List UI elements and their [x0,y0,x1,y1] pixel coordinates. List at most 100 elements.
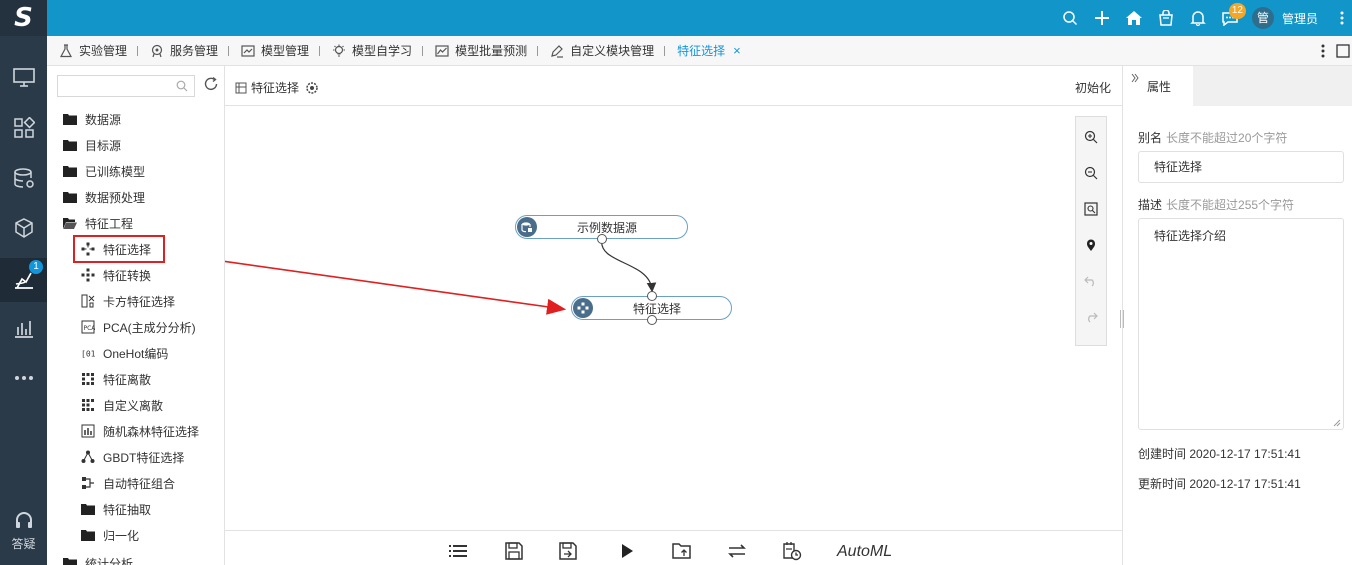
refresh-icon[interactable] [203,76,219,92]
tree-item-onehot[interactable]: [01] OneHot编码 [81,340,168,366]
zoom-in-icon[interactable] [1076,119,1106,155]
settings-gear-icon[interactable] [305,81,319,95]
folder-icon [63,192,77,203]
workflow-canvas[interactable]: 示例数据源 特征选择 [225,106,1122,530]
locate-pin-icon[interactable] [1076,227,1106,263]
export-folder-icon[interactable] [671,540,693,562]
avatar[interactable]: 管 [1251,7,1274,29]
bar-chart-icon[interactable] [0,306,47,350]
tree-item-custom-discretize[interactable]: 自定义离散 [81,392,163,418]
ml-experiment-icon[interactable]: 1 [0,258,47,302]
search-icon[interactable] [176,80,188,92]
tree-folder-target-source[interactable]: 目标源 [63,132,121,158]
tree-item-random-forest[interactable]: 随机森林特征选择 [81,418,199,444]
experiment-icon [235,82,247,93]
node-label: 特征选择 [632,301,681,316]
tree-item-pca[interactable]: PCA PCA(主成分分析) [81,314,196,340]
tabs-bar: 实验管理 服务管理 模型管理 模型自学习 模型批量预测 自定义模块管理 特征选择… [47,36,1352,66]
logo-text: S [14,3,33,33]
description-textarea[interactable]: 特征选择介绍 [1138,218,1344,430]
tree-search-box [57,75,195,97]
description-hint: 长度不能超过255个字符 [1166,198,1295,212]
schedule-clock-icon[interactable] [781,540,803,562]
tree-item-discretize[interactable]: 特征离散 [81,366,151,392]
redo-icon[interactable] [1076,299,1106,335]
tree-item-label: 特征离散 [103,372,152,387]
monitor-icon[interactable] [0,56,47,100]
tree-item-chi-square[interactable]: 卡方特征选择 [81,288,175,314]
swap-arrows-icon[interactable] [726,540,748,562]
canvas-zoom-toolbar [1075,116,1107,346]
app-logo[interactable]: S [0,0,47,36]
tab-custom-module[interactable]: 自定义模块管理 [538,36,664,66]
zoom-out-icon[interactable] [1076,155,1106,191]
tree-folder-normalization[interactable]: 归一化 [81,522,139,548]
alias-hint: 长度不能超过20个字符 [1166,131,1288,145]
tree-item-label: PCA(主成分分析) [103,320,196,335]
tree-item-auto-feature-combo[interactable]: 自动特征组合 [81,470,175,496]
output-port[interactable] [647,315,657,325]
tab-label: 自定义模块管理 [570,44,655,58]
canvas-header: 特征选择 初始化 [225,66,1122,106]
tab-feature-selection[interactable]: 特征选择 × [665,36,751,66]
input-port[interactable] [647,291,657,301]
tree-folder-feature-extraction[interactable]: 特征抽取 [81,496,151,522]
created-time: 创建时间 2020-12-17 17:51:41 [1138,447,1301,461]
message-icon[interactable]: 12 [1214,0,1246,36]
tab-model-management[interactable]: 模型管理 [229,36,319,66]
tree-folder-trained-models[interactable]: 已训练模型 [63,158,145,184]
cube-icon[interactable] [0,206,47,250]
tab-close-button[interactable]: × [733,43,741,58]
tree-item-feature-transform[interactable]: 特征转换 [81,262,151,288]
more-icon[interactable] [0,356,47,400]
svg-text:PCA: PCA [84,325,96,332]
output-port[interactable] [597,234,607,244]
automl-button[interactable]: AutoML [837,543,892,561]
tab-batch-prediction[interactable]: 模型批量预测 [423,36,537,66]
model-icon [241,44,255,57]
help-label: 答疑 [11,537,36,551]
tabs-more-icon[interactable] [1310,36,1336,66]
run-play-icon[interactable] [616,540,638,562]
home-icon[interactable] [1118,0,1150,36]
fit-view-icon[interactable] [1076,191,1106,227]
shop-bag-icon[interactable] [1150,0,1182,36]
dashboard-icon[interactable] [0,106,47,150]
headset-icon [15,512,32,528]
tree-item-label: 统计分析 [85,556,134,565]
undo-icon[interactable] [1076,263,1106,299]
fullscreen-icon[interactable] [1336,36,1352,66]
bell-icon[interactable] [1182,0,1214,36]
left-nav: S 1 答疑 [0,0,47,565]
tree-folder-feature-engineering[interactable]: 特征工程 [63,210,133,236]
description-label-text: 描述 [1138,198,1163,212]
tab-service-management[interactable]: 服务管理 [138,36,228,66]
plus-icon[interactable] [1086,0,1118,36]
tab-model-self-learning[interactable]: 模型自学习 [320,36,422,66]
random-forest-icon [81,424,95,438]
alias-input[interactable]: 特征选择 [1138,151,1344,183]
tree-folder-data-source[interactable]: 数据源 [63,106,121,132]
tab-experiment-management[interactable]: 实验管理 [47,36,137,66]
textarea-resize-icon[interactable] [1333,419,1341,427]
initialize-button[interactable]: 初始化 [1075,79,1111,96]
tree-search-input[interactable] [58,76,168,96]
collapse-double-chevron-icon[interactable] [1131,73,1139,83]
tree-item-label: 数据源 [85,112,122,127]
kebab-menu-icon[interactable] [1332,0,1352,36]
panel-resize-handle[interactable] [1120,310,1124,328]
tab-properties[interactable]: 属性 [1123,66,1193,106]
tree-folder-preprocessing[interactable]: 数据预处理 [63,184,145,210]
tree-item-label: 特征转换 [103,268,152,283]
database-icon[interactable] [0,156,47,200]
list-icon[interactable] [447,540,469,562]
save-as-icon[interactable] [558,540,580,562]
tree-folder-statistics[interactable]: 统计分析 [63,550,133,565]
tab-label: 模型批量预测 [455,44,528,58]
alias-label-text: 别名 [1138,131,1163,145]
username[interactable]: 管理员 [1282,10,1318,27]
tree-item-gbdt[interactable]: GBDT特征选择 [81,444,184,470]
search-icon[interactable] [1054,0,1086,36]
save-icon[interactable] [503,540,525,562]
help-button[interactable]: 答疑 [0,512,47,562]
